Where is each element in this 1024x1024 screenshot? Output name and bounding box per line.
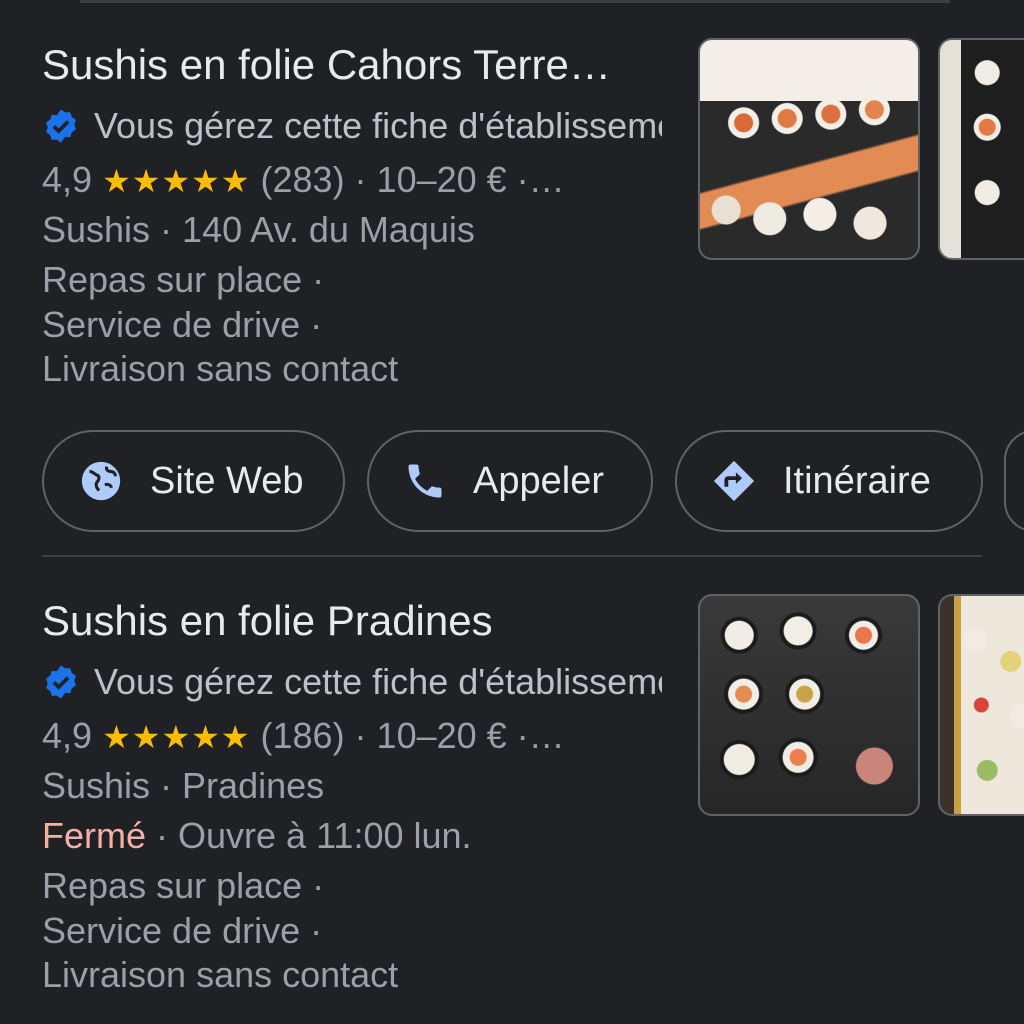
call-label: Appeler: [473, 459, 604, 502]
managed-listing-line: Vous gérez cette fiche d'établissement: [42, 660, 662, 704]
website-button[interactable]: Site Web: [42, 430, 345, 532]
rating-value: 4,9: [42, 715, 93, 756]
rating-line: 4,9 ★★★★★ (186) · 10–20 € ·…: [42, 714, 565, 759]
service-drive: Service de drive ·: [42, 910, 323, 951]
directions-button[interactable]: Itinéraire: [675, 430, 983, 532]
verified-badge-icon: [46, 109, 76, 143]
service-delivery: Livraison sans contact: [42, 348, 399, 389]
rating-line: 4,9 ★★★★★ (283) · 10–20 € ·…: [42, 158, 565, 203]
listing-video-thumbnail[interactable]: [938, 38, 1024, 260]
opens-at: · Ouvre à 11:00 lun.: [146, 815, 472, 856]
rating-stars: ★★★★★: [102, 162, 251, 200]
listing-photo-2[interactable]: [938, 594, 1024, 816]
globe-icon: [81, 461, 121, 501]
category-address: Sushis · 140 Av. du Maquis: [42, 209, 475, 250]
opening-status: Fermé · Ouvre à 11:00 lun.: [42, 814, 472, 858]
rating-value: 4,9: [42, 159, 93, 200]
directions-icon: [713, 460, 755, 502]
category-address: Sushis · Pradines: [42, 765, 325, 806]
phone-icon: [408, 464, 442, 498]
reviews-price: (283) · 10–20 € ·…: [260, 159, 565, 200]
service-delivery: Livraison sans contact: [42, 954, 399, 995]
listing-photo[interactable]: [698, 38, 920, 260]
closed-status: Fermé: [42, 815, 147, 856]
service-dine-in: Repas sur place ·: [42, 259, 325, 300]
listing-card-2[interactable]: Sushis en folie Pradines Vous gérez cett…: [0, 560, 1024, 1024]
managed-listing-text: Vous gérez cette fiche d'établissement: [94, 105, 662, 146]
listing-title[interactable]: Sushis en folie Cahors Terre…: [42, 40, 611, 90]
listing-divider: [42, 555, 982, 557]
website-label: Site Web: [150, 459, 304, 502]
listing-title[interactable]: Sushis en folie Pradines: [42, 596, 493, 646]
listing-photo[interactable]: [698, 594, 920, 816]
service-dine-in: Repas sur place ·: [42, 865, 325, 906]
managed-listing-text: Vous gérez cette fiche d'établissement: [94, 661, 662, 702]
managed-listing-line: Vous gérez cette fiche d'établissement: [42, 104, 662, 148]
rating-stars: ★★★★★: [102, 718, 251, 756]
service-drive: Service de drive ·: [42, 304, 323, 345]
call-button[interactable]: Appeler: [367, 430, 653, 532]
more-actions-button[interactable]: [1004, 430, 1024, 532]
reviews-price: (186) · 10–20 € ·…: [260, 715, 565, 756]
directions-label: Itinéraire: [783, 459, 931, 502]
verified-badge-icon: [46, 665, 76, 699]
